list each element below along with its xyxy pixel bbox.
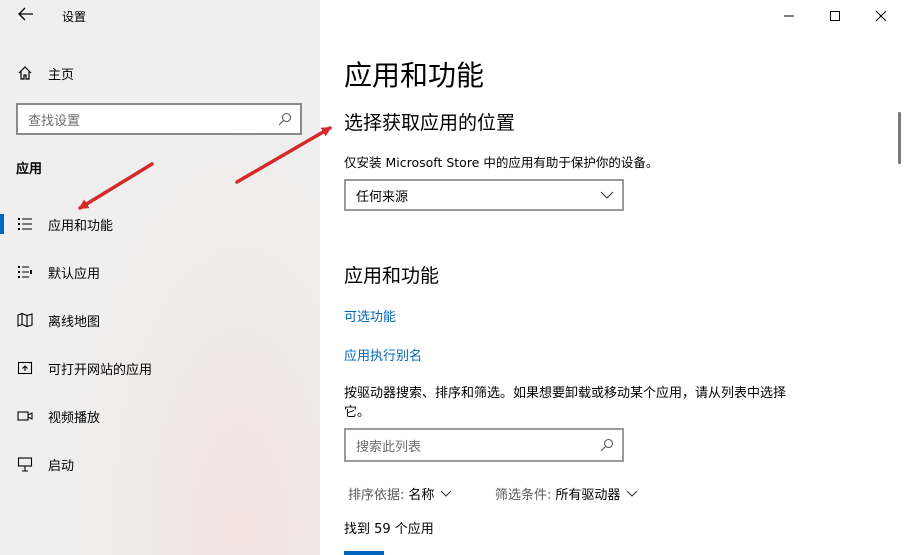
sort-by-dropdown[interactable]: 排序依据: 名称 [348, 484, 452, 503]
maximize-icon[interactable] [812, 0, 858, 32]
optional-features-link[interactable]: 可选功能 [344, 306, 396, 325]
sidebar-item-apps-features[interactable]: 应用和功能 [0, 206, 320, 242]
sidebar-item-video-playback[interactable]: 视频播放 [0, 398, 320, 434]
sidebar-item-label: 可打开网站的应用 [48, 362, 153, 378]
chevron-down-icon [626, 486, 638, 501]
window-title: 设置 [62, 10, 87, 24]
close-icon[interactable] [858, 0, 904, 32]
section-label-apps: 应用 [16, 162, 43, 177]
home-icon [16, 64, 34, 82]
default-apps-icon [16, 263, 34, 281]
chevron-down-icon [440, 486, 452, 501]
app-source-value: 任何来源 [356, 189, 409, 205]
apps-list-icon [16, 215, 34, 233]
scrollbar-thumb[interactable] [898, 112, 901, 164]
sidebar-item-offline-maps[interactable]: 离线地图 [0, 302, 320, 338]
main-content: 应用和功能 选择获取应用的位置 仅安装 Microsoft Store 中的应用… [320, 0, 904, 555]
app-execution-alias-link[interactable]: 应用执行别名 [344, 345, 422, 364]
chevron-down-icon [600, 188, 614, 203]
sort-by-value: 名称 [408, 488, 435, 503]
open-window-icon [16, 359, 34, 377]
sidebar-item-apps-for-websites[interactable]: 可打开网站的应用 [0, 350, 320, 386]
list-item-accent [344, 551, 384, 555]
sidebar: 设置 主页 查找设置 应用 应用和功能 默认应用 离线地图 可打开网站的应用 视… [0, 0, 320, 555]
app-list-search-placeholder: 搜索此列表 [356, 439, 422, 455]
app-source-dropdown[interactable]: 任何来源 [344, 179, 624, 211]
app-list-search-input[interactable]: 搜索此列表 [344, 428, 624, 462]
sidebar-item-label: 视频播放 [48, 410, 101, 426]
minimize-icon[interactable] [766, 0, 812, 32]
filter-by-dropdown[interactable]: 筛选条件: 所有驱动器 [495, 484, 638, 503]
page-title: 应用和功能 [344, 59, 485, 92]
search-icon[interactable] [276, 110, 294, 128]
back-arrow-icon[interactable] [14, 6, 38, 26]
search-sort-help-text: 按驱动器搜索、排序和筛选。如果想要卸载或移动某个应用，请从列表中选择它。 [344, 386, 787, 420]
sidebar-item-default-apps[interactable]: 默认应用 [0, 254, 320, 290]
choose-install-source-description: 仅安装 Microsoft Store 中的应用有助于保护你的设备。 [344, 155, 659, 170]
sidebar-item-label: 启动 [48, 458, 75, 474]
filter-by-label: 筛选条件: [495, 488, 552, 503]
video-icon [16, 407, 34, 425]
startup-icon [16, 455, 34, 473]
home-label: 主页 [48, 67, 75, 83]
sidebar-item-label: 离线地图 [48, 314, 101, 330]
map-icon [16, 311, 34, 329]
sidebar-item-startup[interactable]: 启动 [0, 446, 320, 482]
search-icon[interactable] [598, 436, 616, 454]
app-count-text: 找到 59 个应用 [344, 522, 434, 537]
choose-install-source-heading: 选择获取应用的位置 [344, 112, 516, 134]
active-indicator [0, 214, 4, 234]
sort-by-label: 排序依据: [348, 488, 405, 503]
sidebar-item-label: 应用和功能 [48, 218, 114, 234]
apps-features-heading: 应用和功能 [344, 265, 440, 287]
settings-search-placeholder: 查找设置 [28, 113, 81, 129]
home-nav[interactable]: 主页 [16, 62, 74, 84]
filter-by-value: 所有驱动器 [555, 488, 621, 503]
settings-search-input[interactable]: 查找设置 [16, 103, 302, 135]
sidebar-item-label: 默认应用 [48, 266, 101, 282]
